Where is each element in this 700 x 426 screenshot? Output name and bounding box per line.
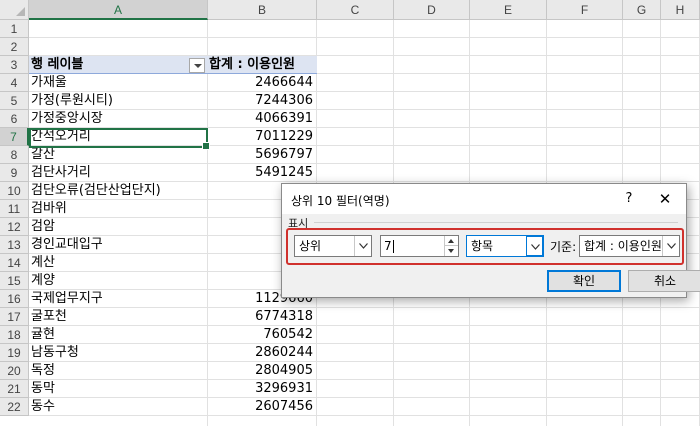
dialog-titlebar[interactable]: 상위 10 필터(역명) ? ✕ [282,184,686,214]
row-header-6[interactable]: 6 [0,110,29,128]
cell-a15[interactable]: 계양 [31,272,206,290]
row-header-15[interactable]: 15 [0,272,29,290]
row-header-14[interactable]: 14 [0,254,29,272]
cell-a13[interactable]: 경인교대입구 [31,236,206,254]
top10-filter-dialog: 상위 10 필터(역명) ? ✕ 표시 상위 7 항목 기준: 합계 : 이용인… [281,183,700,298]
chevron-down-icon[interactable] [662,236,679,256]
cell-b1[interactable] [208,20,316,38]
row-header-22[interactable]: 22 [0,398,29,416]
cell-b8[interactable]: 5696797 [208,146,316,164]
cell-a20[interactable]: 독정 [31,362,206,380]
row-header-19[interactable]: 19 [0,344,29,362]
row-header-18[interactable]: 18 [0,326,29,344]
ok-button[interactable]: 확인 [547,270,621,292]
stepper-down-icon[interactable] [445,246,458,256]
stepper-arrows [444,236,458,256]
column-header-h[interactable]: H [661,0,700,20]
row-header-17[interactable]: 17 [0,308,29,326]
cell-b22[interactable]: 2607456 [208,398,316,416]
cell-b6[interactable]: 4066391 [208,110,316,128]
help-button[interactable]: ? [618,188,640,210]
cell-a4[interactable]: 가재울 [31,74,206,92]
row-header-11[interactable]: 11 [0,200,29,218]
direction-value: 상위 [299,239,322,253]
cell-a12[interactable]: 검암 [31,218,206,236]
cell-a22[interactable]: 동수 [31,398,206,416]
cell-b9[interactable]: 5491245 [208,164,316,182]
row-header-1[interactable]: 1 [0,20,29,38]
row-header-2[interactable]: 2 [0,38,29,56]
cell-a2[interactable] [31,38,206,56]
dialog-title: 상위 10 필터(역명) [291,194,390,208]
cell-a8[interactable]: 갈산 [31,146,206,164]
criteria-select[interactable]: 합계 : 이용인원 [579,235,680,257]
row-header-3[interactable]: 3 [0,56,29,74]
unit-select[interactable]: 항목 [466,235,544,257]
column-header-e[interactable]: E [470,0,547,20]
active-cell-selection [29,128,210,150]
cell-b4[interactable]: 2466644 [208,74,316,92]
direction-select[interactable]: 상위 [294,235,372,257]
column-header-g[interactable]: G [623,0,661,20]
column-header-b[interactable]: B [208,0,317,20]
cell-a1[interactable] [31,20,206,38]
stepper-up-icon[interactable] [445,236,458,246]
cell-a6[interactable]: 가정중앙시장 [31,110,206,128]
count-value: 7 [384,239,392,253]
row-header-9[interactable]: 9 [0,164,29,182]
row-label-filter-dropdown-icon[interactable] [189,58,205,73]
cell-a16[interactable]: 국제업무지구 [31,290,206,308]
cell-b18[interactable]: 760542 [208,326,316,344]
cell-a18[interactable]: 귤현 [31,326,206,344]
row-header-7[interactable]: 7 [0,128,29,146]
cell-a5[interactable]: 가정(루원시티) [31,92,206,110]
select-all-corner[interactable] [0,0,29,20]
cell-b20[interactable]: 2804905 [208,362,316,380]
cell-a21[interactable]: 동막 [31,380,206,398]
cell-a9[interactable]: 검단사거리 [31,164,206,182]
close-button[interactable]: ✕ [654,188,676,210]
cell-a14[interactable]: 계산 [31,254,206,272]
group-divider [314,222,678,223]
column-header-c[interactable]: C [317,0,394,20]
text-caret [392,240,394,253]
cell-a10[interactable]: 검단오류(검단산업단지) [31,182,206,200]
row-header-4[interactable]: 4 [0,74,29,92]
cell-b7[interactable]: 7011229 [208,128,316,146]
column-header-d[interactable]: D [394,0,470,20]
row-header-13[interactable]: 13 [0,236,29,254]
cell-b5[interactable]: 7244306 [208,92,316,110]
cell-b2[interactable] [208,38,316,56]
cancel-button[interactable]: 취소 [628,270,700,292]
row-header-16[interactable]: 16 [0,290,29,308]
pivot-sum-header[interactable]: 합계 : 이용인원 [209,56,317,74]
cell-b17[interactable]: 6774318 [208,308,316,326]
column-header-f[interactable]: F [547,0,623,20]
row-header-8[interactable]: 8 [0,146,29,164]
column-header-a[interactable]: A [29,0,208,20]
chevron-down-icon[interactable] [526,236,543,256]
row-header-21[interactable]: 21 [0,380,29,398]
row-header-20[interactable]: 20 [0,362,29,380]
cell-a19[interactable]: 남동구청 [31,344,206,362]
cell-b19[interactable]: 2860244 [208,344,316,362]
cell-a11[interactable]: 검바위 [31,200,206,218]
cell-a17[interactable]: 굴포천 [31,308,206,326]
row-header-12[interactable]: 12 [0,218,29,236]
cell-b21[interactable]: 3296931 [208,380,316,398]
pivot-row-label-header[interactable]: 행 레이블 [31,56,206,74]
row-header-5[interactable]: 5 [0,92,29,110]
criteria-value: 합계 : 이용인원 [584,239,662,253]
criteria-label: 기준: [550,240,577,254]
count-stepper[interactable]: 7 [380,235,459,257]
row-header-10[interactable]: 10 [0,182,29,200]
chevron-down-icon[interactable] [354,236,371,256]
unit-value: 항목 [471,239,494,253]
